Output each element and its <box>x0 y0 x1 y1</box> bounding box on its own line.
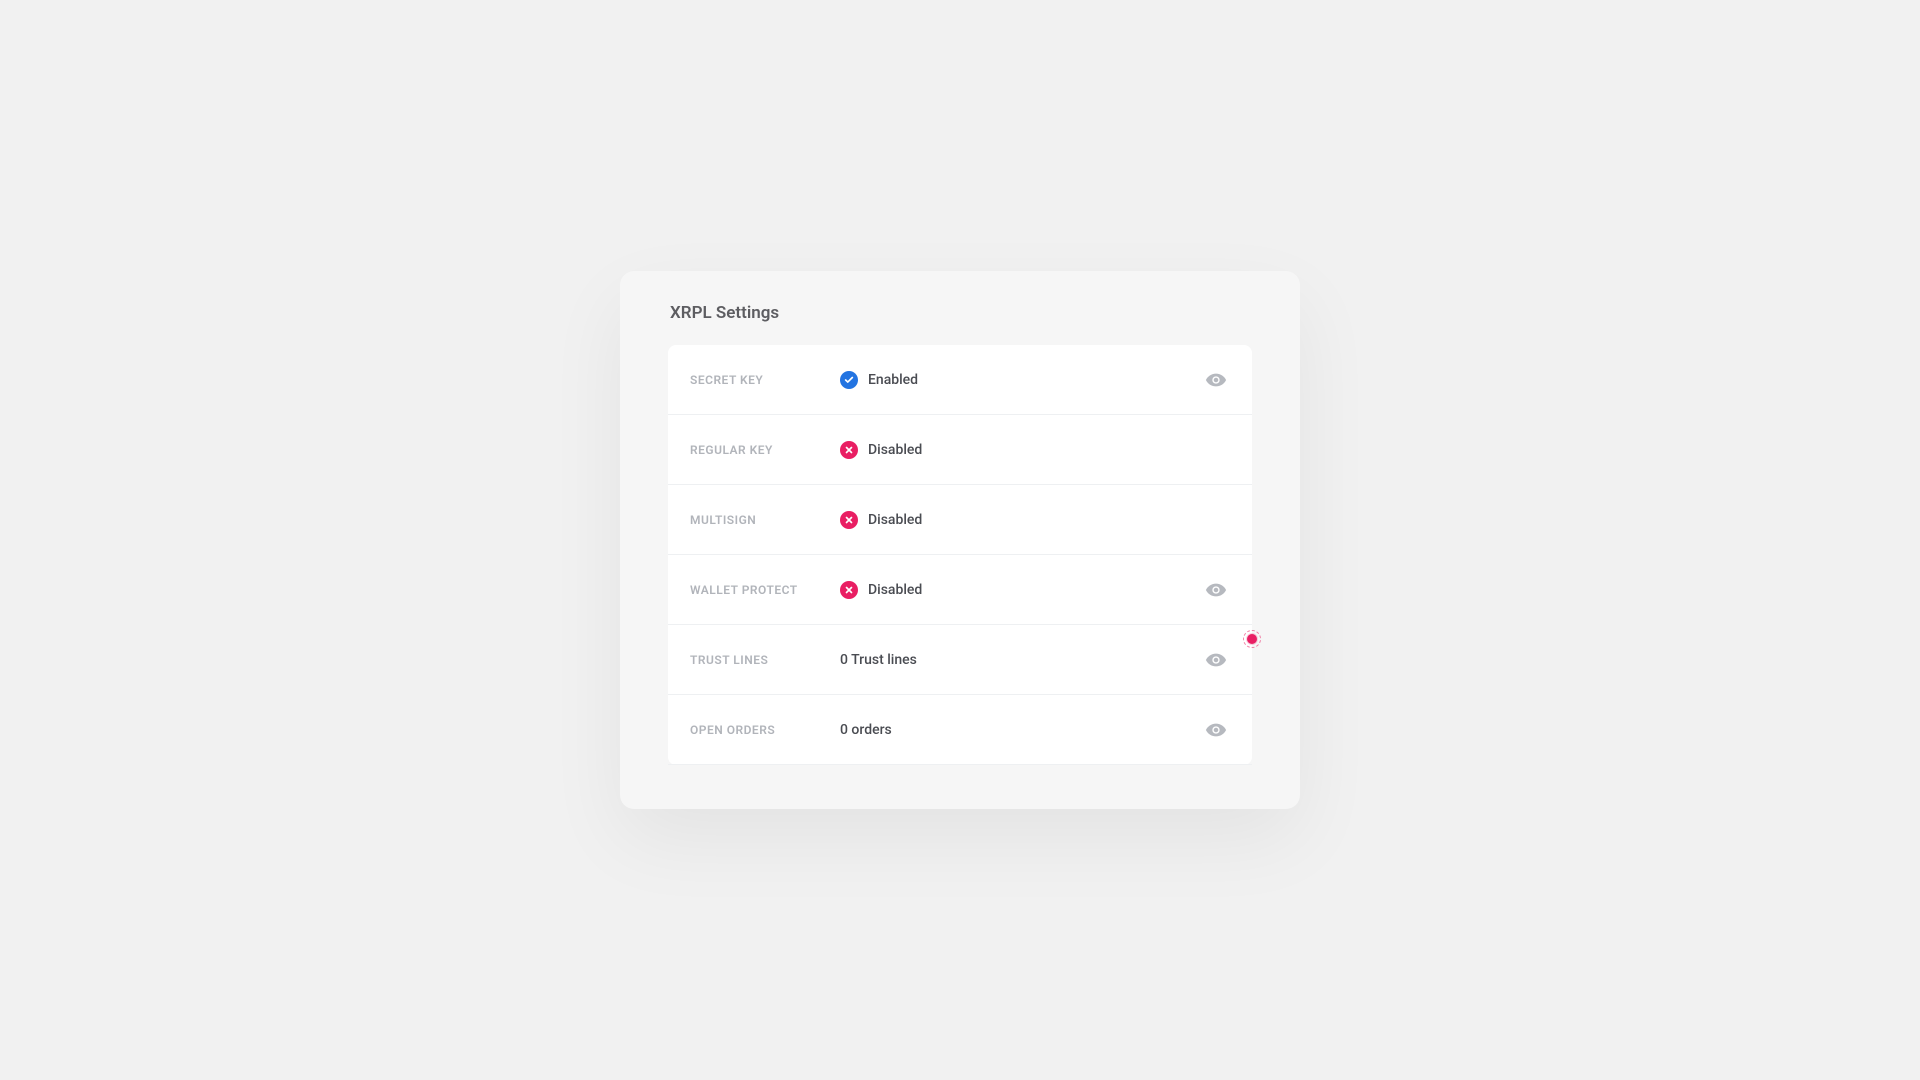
status-text: Disabled <box>868 582 922 598</box>
x-circle-disabled-icon <box>840 441 858 459</box>
settings-panel: XRPL Settings SECRET KEY Enabled REGULAR… <box>620 271 1300 809</box>
row-label: WALLET PROTECT <box>690 583 840 597</box>
row-multisign: MULTISIGN Disabled <box>668 485 1252 555</box>
row-value: Enabled <box>840 371 1202 389</box>
attention-dot-icon <box>1247 634 1257 644</box>
eye-icon[interactable] <box>1202 366 1230 394</box>
row-value: 0 orders <box>840 722 1202 738</box>
status-text: Disabled <box>868 442 922 458</box>
row-value: Disabled <box>840 581 1202 599</box>
row-secret-key: SECRET KEY Enabled <box>668 345 1252 415</box>
check-circle-enabled-icon <box>840 371 858 389</box>
row-regular-key: REGULAR KEY Disabled <box>668 415 1252 485</box>
eye-icon[interactable] <box>1202 716 1230 744</box>
status-text: 0 orders <box>840 722 892 738</box>
x-circle-disabled-icon <box>840 511 858 529</box>
row-label: SECRET KEY <box>690 373 840 387</box>
row-open-orders: OPEN ORDERS 0 orders <box>668 695 1252 765</box>
status-text: Enabled <box>868 372 918 388</box>
status-text: 0 Trust lines <box>840 652 917 668</box>
row-wallet-protect: WALLET PROTECT Disabled <box>668 555 1252 625</box>
row-trust-lines: TRUST LINES 0 Trust lines <box>668 625 1252 695</box>
row-value: Disabled <box>840 441 1230 459</box>
row-value: Disabled <box>840 511 1230 529</box>
eye-icon[interactable] <box>1202 576 1230 604</box>
x-circle-disabled-icon <box>840 581 858 599</box>
eye-icon[interactable] <box>1202 646 1230 674</box>
row-value: 0 Trust lines <box>840 652 1202 668</box>
panel-title: XRPL Settings <box>670 303 1252 323</box>
row-label: TRUST LINES <box>690 653 840 667</box>
status-text: Disabled <box>868 512 922 528</box>
row-label: OPEN ORDERS <box>690 723 840 737</box>
settings-list: SECRET KEY Enabled REGULAR KEY Disabled … <box>668 345 1252 765</box>
row-label: REGULAR KEY <box>690 443 840 457</box>
row-label: MULTISIGN <box>690 513 840 527</box>
